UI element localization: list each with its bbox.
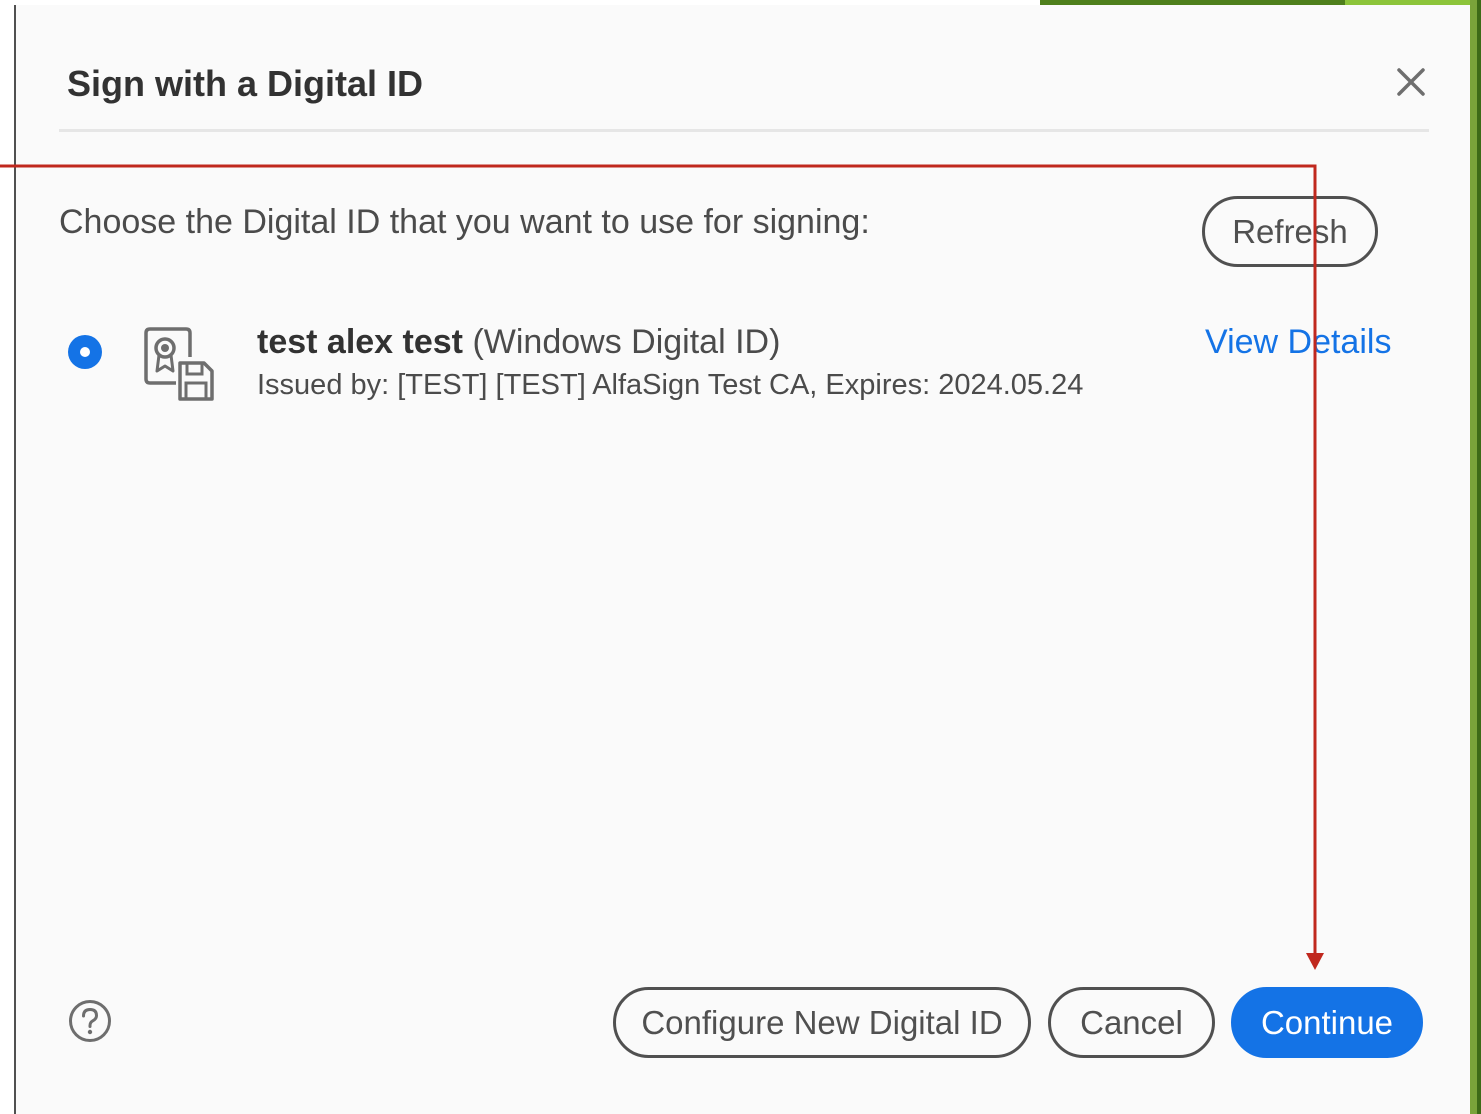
digital-id-title: test alex test (Windows Digital ID) — [257, 323, 780, 362]
radio-selected-dot — [80, 347, 90, 357]
background-window-right-edge-dark — [1477, 0, 1481, 1114]
refresh-button[interactable]: Refresh — [1202, 196, 1378, 267]
continue-button[interactable]: Continue — [1231, 987, 1423, 1058]
digital-id-type: (Windows Digital ID) — [472, 323, 781, 361]
choose-id-prompt: Choose the Digital ID that you want to u… — [59, 203, 870, 241]
close-icon — [1397, 68, 1425, 96]
close-button[interactable] — [1390, 61, 1432, 103]
dialog-title: Sign with a Digital ID — [67, 63, 424, 104]
digital-id-issuer: Issued by: [TEST] [TEST] AlfaSign Test C… — [257, 369, 1084, 401]
configure-new-digital-id-button[interactable]: Configure New Digital ID — [613, 987, 1031, 1058]
help-button[interactable] — [67, 998, 113, 1044]
digital-id-radio[interactable] — [68, 335, 102, 369]
sign-digital-id-dialog: Sign with a Digital ID Choose the Digita… — [14, 5, 1470, 1114]
background-window-edge — [0, 0, 14, 1114]
digital-id-name: test alex test — [257, 323, 463, 361]
help-icon — [69, 1000, 111, 1042]
title-divider — [59, 129, 1429, 132]
view-details-link[interactable]: View Details — [1205, 323, 1391, 362]
certificate-save-icon — [144, 327, 214, 401]
cancel-button[interactable]: Cancel — [1048, 987, 1215, 1058]
screenshot-stage: Sign with a Digital ID Choose the Digita… — [0, 0, 1481, 1114]
